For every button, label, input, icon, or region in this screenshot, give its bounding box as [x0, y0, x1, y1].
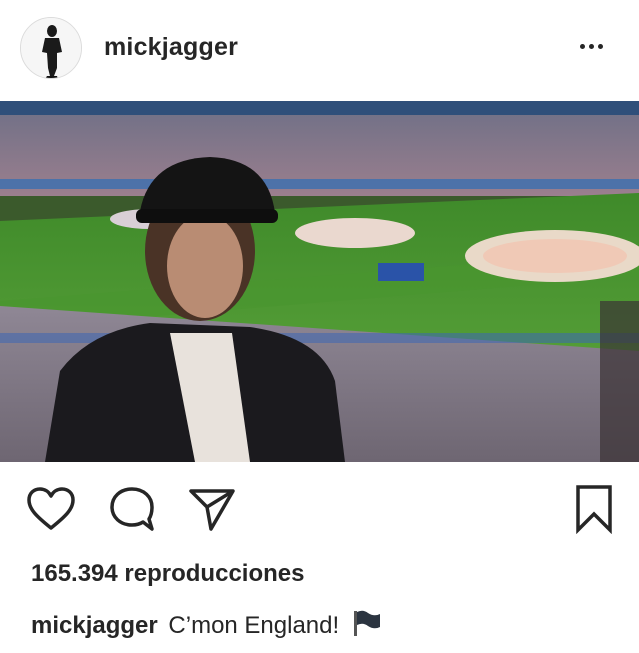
header-username[interactable]: mickjagger	[104, 33, 238, 62]
stadium-video-frame	[0, 101, 639, 462]
caption: mickjagger C’mon England!	[31, 609, 382, 644]
bookmark-icon[interactable]	[574, 484, 614, 534]
caption-username[interactable]: mickjagger	[31, 612, 158, 639]
heart-icon[interactable]	[26, 486, 76, 532]
post-video[interactable]	[0, 101, 639, 462]
profile-avatar[interactable]	[20, 17, 82, 79]
more-options-icon[interactable]	[580, 44, 603, 49]
view-count[interactable]: 165.394 reproducciones	[31, 560, 304, 588]
comment-icon[interactable]	[107, 485, 157, 533]
avatar-silhouette-icon	[21, 18, 81, 78]
action-bar	[0, 470, 639, 550]
paper-plane-icon[interactable]	[187, 486, 237, 532]
caption-text: C’mon England!	[168, 612, 340, 639]
black-flag-icon	[352, 609, 382, 644]
post-header: mickjagger	[0, 0, 639, 100]
